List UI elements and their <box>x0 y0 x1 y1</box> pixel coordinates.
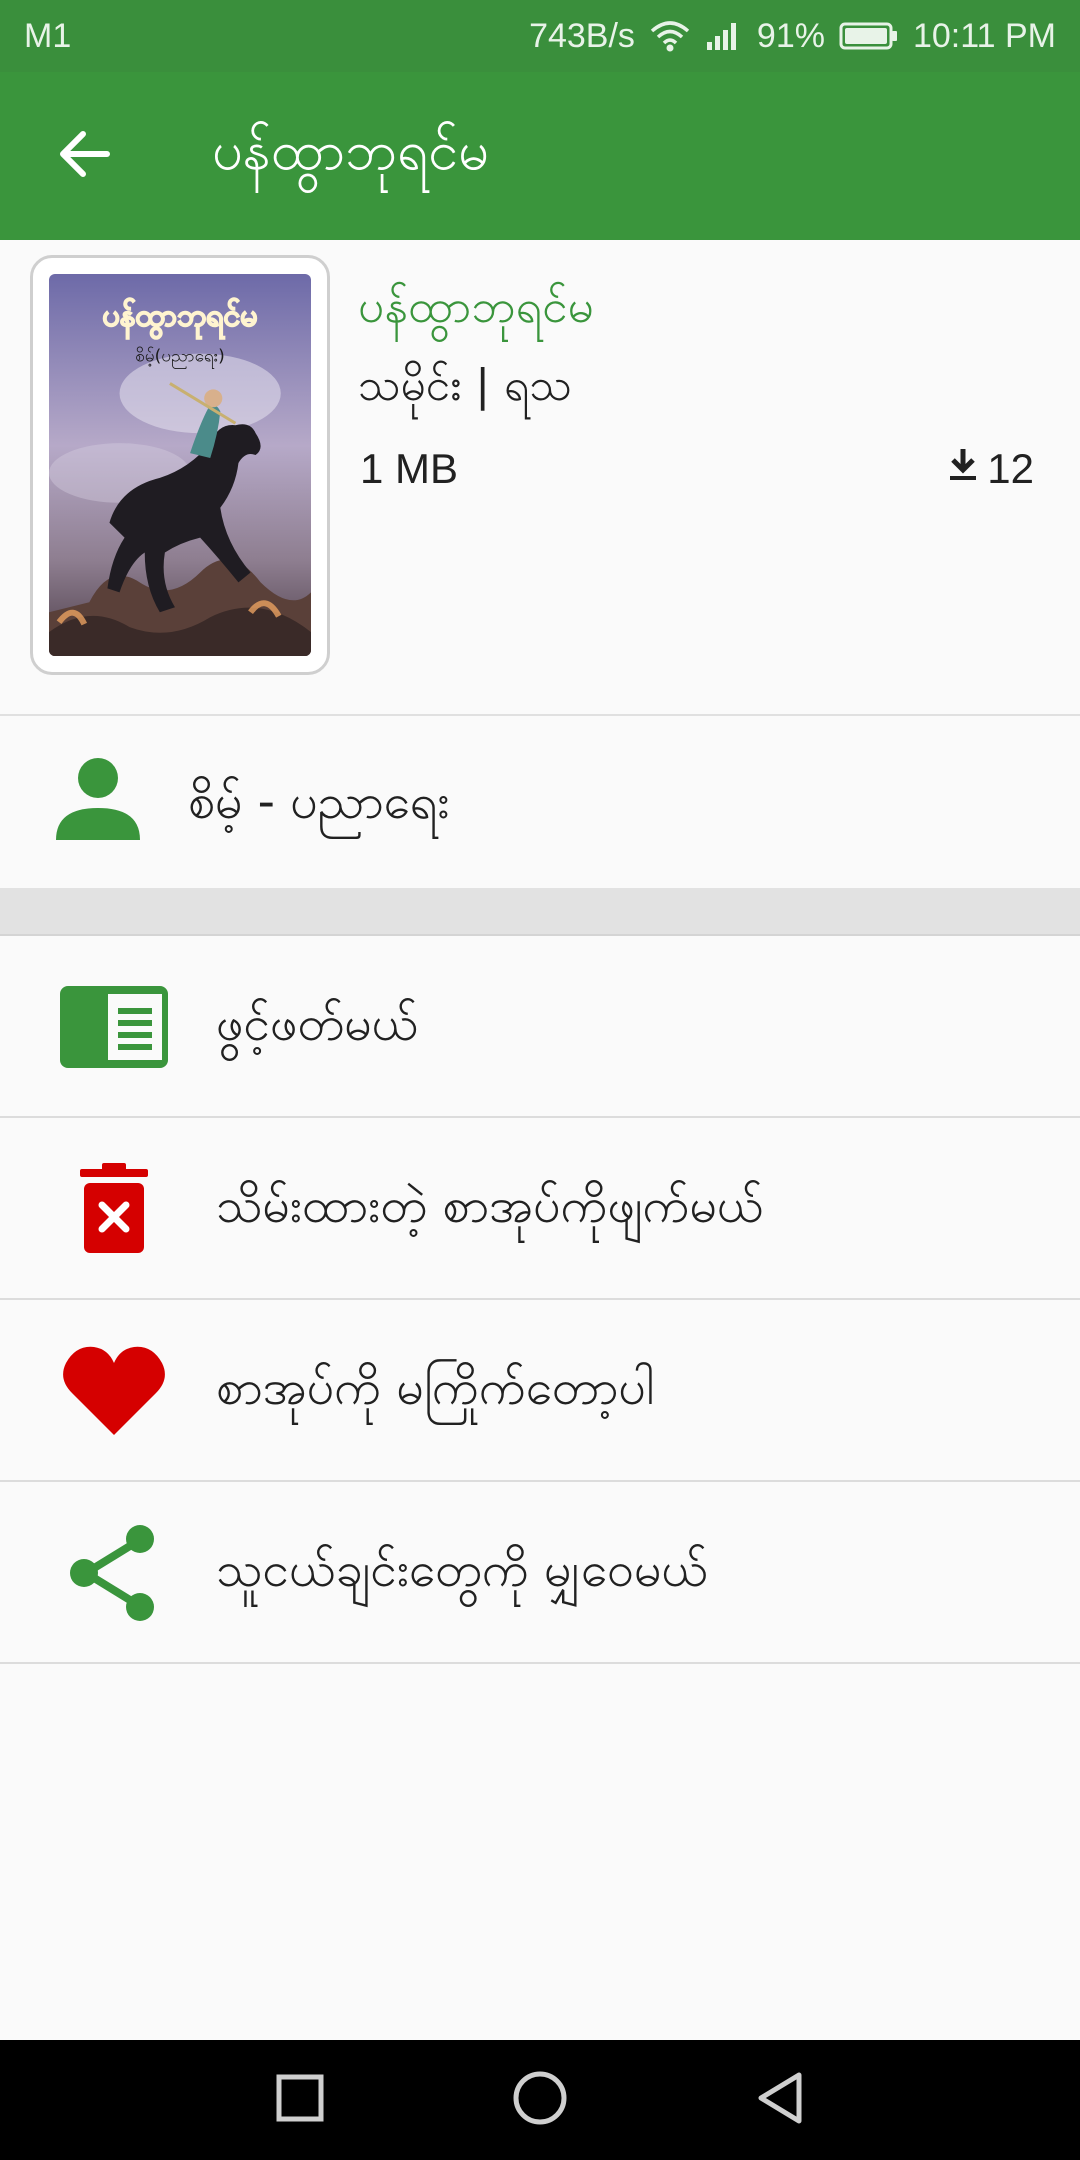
unfavorite-button[interactable]: စာအုပ်ကို မကြိုက်တော့ပါ <box>0 1300 1080 1482</box>
share-icon <box>56 1523 172 1623</box>
square-icon <box>275 2073 325 2127</box>
back-nav-button[interactable] <box>745 2065 815 2135</box>
person-icon <box>56 756 140 844</box>
clock: 10:11 PM <box>912 16 1056 55</box>
read-book-label: ဖွင့်ဖတ်မယ် <box>216 996 419 1052</box>
network-speed: 743B/s <box>529 16 635 55</box>
action-list: ဖွင့်ဖတ်မယ် သိမ်းထားတဲ့ စာအုပ်ကိုဖျက်မယ်… <box>0 936 1080 1664</box>
battery-icon <box>839 21 899 51</box>
toolbar: ပန်ထွာဘုရင်မ <box>0 72 1080 240</box>
status-bar: M1 743B/s 91% 10:11 PM <box>0 0 1080 72</box>
unfavorite-label: စာအုပ်ကို မကြိုက်တော့ပါ <box>216 1360 655 1416</box>
download-icon <box>947 445 979 493</box>
book-header: ပန်ထွာဘုရင်မ စိမ့်(ပညာရေး) ပန်ထွာဘုရင်မ … <box>0 240 1080 716</box>
triangle-back-icon <box>755 2071 805 2129</box>
delete-book-label: သိမ်းထားတဲ့ စာအုပ်ကိုဖျက်မယ် <box>216 1178 764 1234</box>
system-nav-bar <box>0 2040 1080 2160</box>
download-count-value: 12 <box>987 445 1034 492</box>
book-category: သမိုင်း | ရသ <box>358 360 572 411</box>
back-button[interactable] <box>0 72 168 240</box>
wifi-icon <box>649 19 691 53</box>
book-file-size: 1 MB <box>360 445 459 492</box>
signal-icon <box>705 20 743 52</box>
heart-icon <box>56 1341 172 1441</box>
book-title: ပန်ထွာဘုရင်မ <box>358 279 594 333</box>
read-book-button[interactable]: ဖွင့်ဖတ်မယ် <box>0 936 1080 1118</box>
book-cover-art: ပန်ထွာဘုရင်မ စိမ့်(ပညာရေး) <box>49 274 311 656</box>
delete-book-button[interactable]: သိမ်းထားတဲ့ စာအုပ်ကိုဖျက်မယ် <box>0 1118 1080 1300</box>
share-label: သူငယ်ချင်းတွေကို မျှဝေမယ် <box>216 1542 708 1598</box>
carrier-label: M1 <box>24 16 72 55</box>
status-indicators: 743B/s 91% 10:11 PM <box>529 17 1056 56</box>
trash-icon <box>56 1159 172 1259</box>
book-cover[interactable]: ပန်ထွာဘုရင်မ စိမ့်(ပညာရေး) <box>30 255 330 675</box>
author-row[interactable]: စိမ့် - ပညာရေး <box>0 716 1080 888</box>
page-title: ပန်ထွာဘုရင်မ <box>212 118 489 182</box>
circle-icon <box>512 2070 568 2130</box>
arrow-left-icon <box>57 130 111 182</box>
download-count: 12 <box>947 445 1034 493</box>
book-open-icon <box>56 977 172 1077</box>
share-button[interactable]: သူငယ်ချင်းတွေကို မျှဝေမယ် <box>0 1482 1080 1664</box>
section-divider <box>0 888 1080 936</box>
recents-button[interactable] <box>265 2065 335 2135</box>
battery-percent: 91% <box>756 16 825 55</box>
author-name: စိမ့် - ပညာရေး <box>188 774 450 830</box>
cover-author: စိမ့်(ပညာရေး) <box>135 346 225 370</box>
home-button[interactable] <box>505 2065 575 2135</box>
